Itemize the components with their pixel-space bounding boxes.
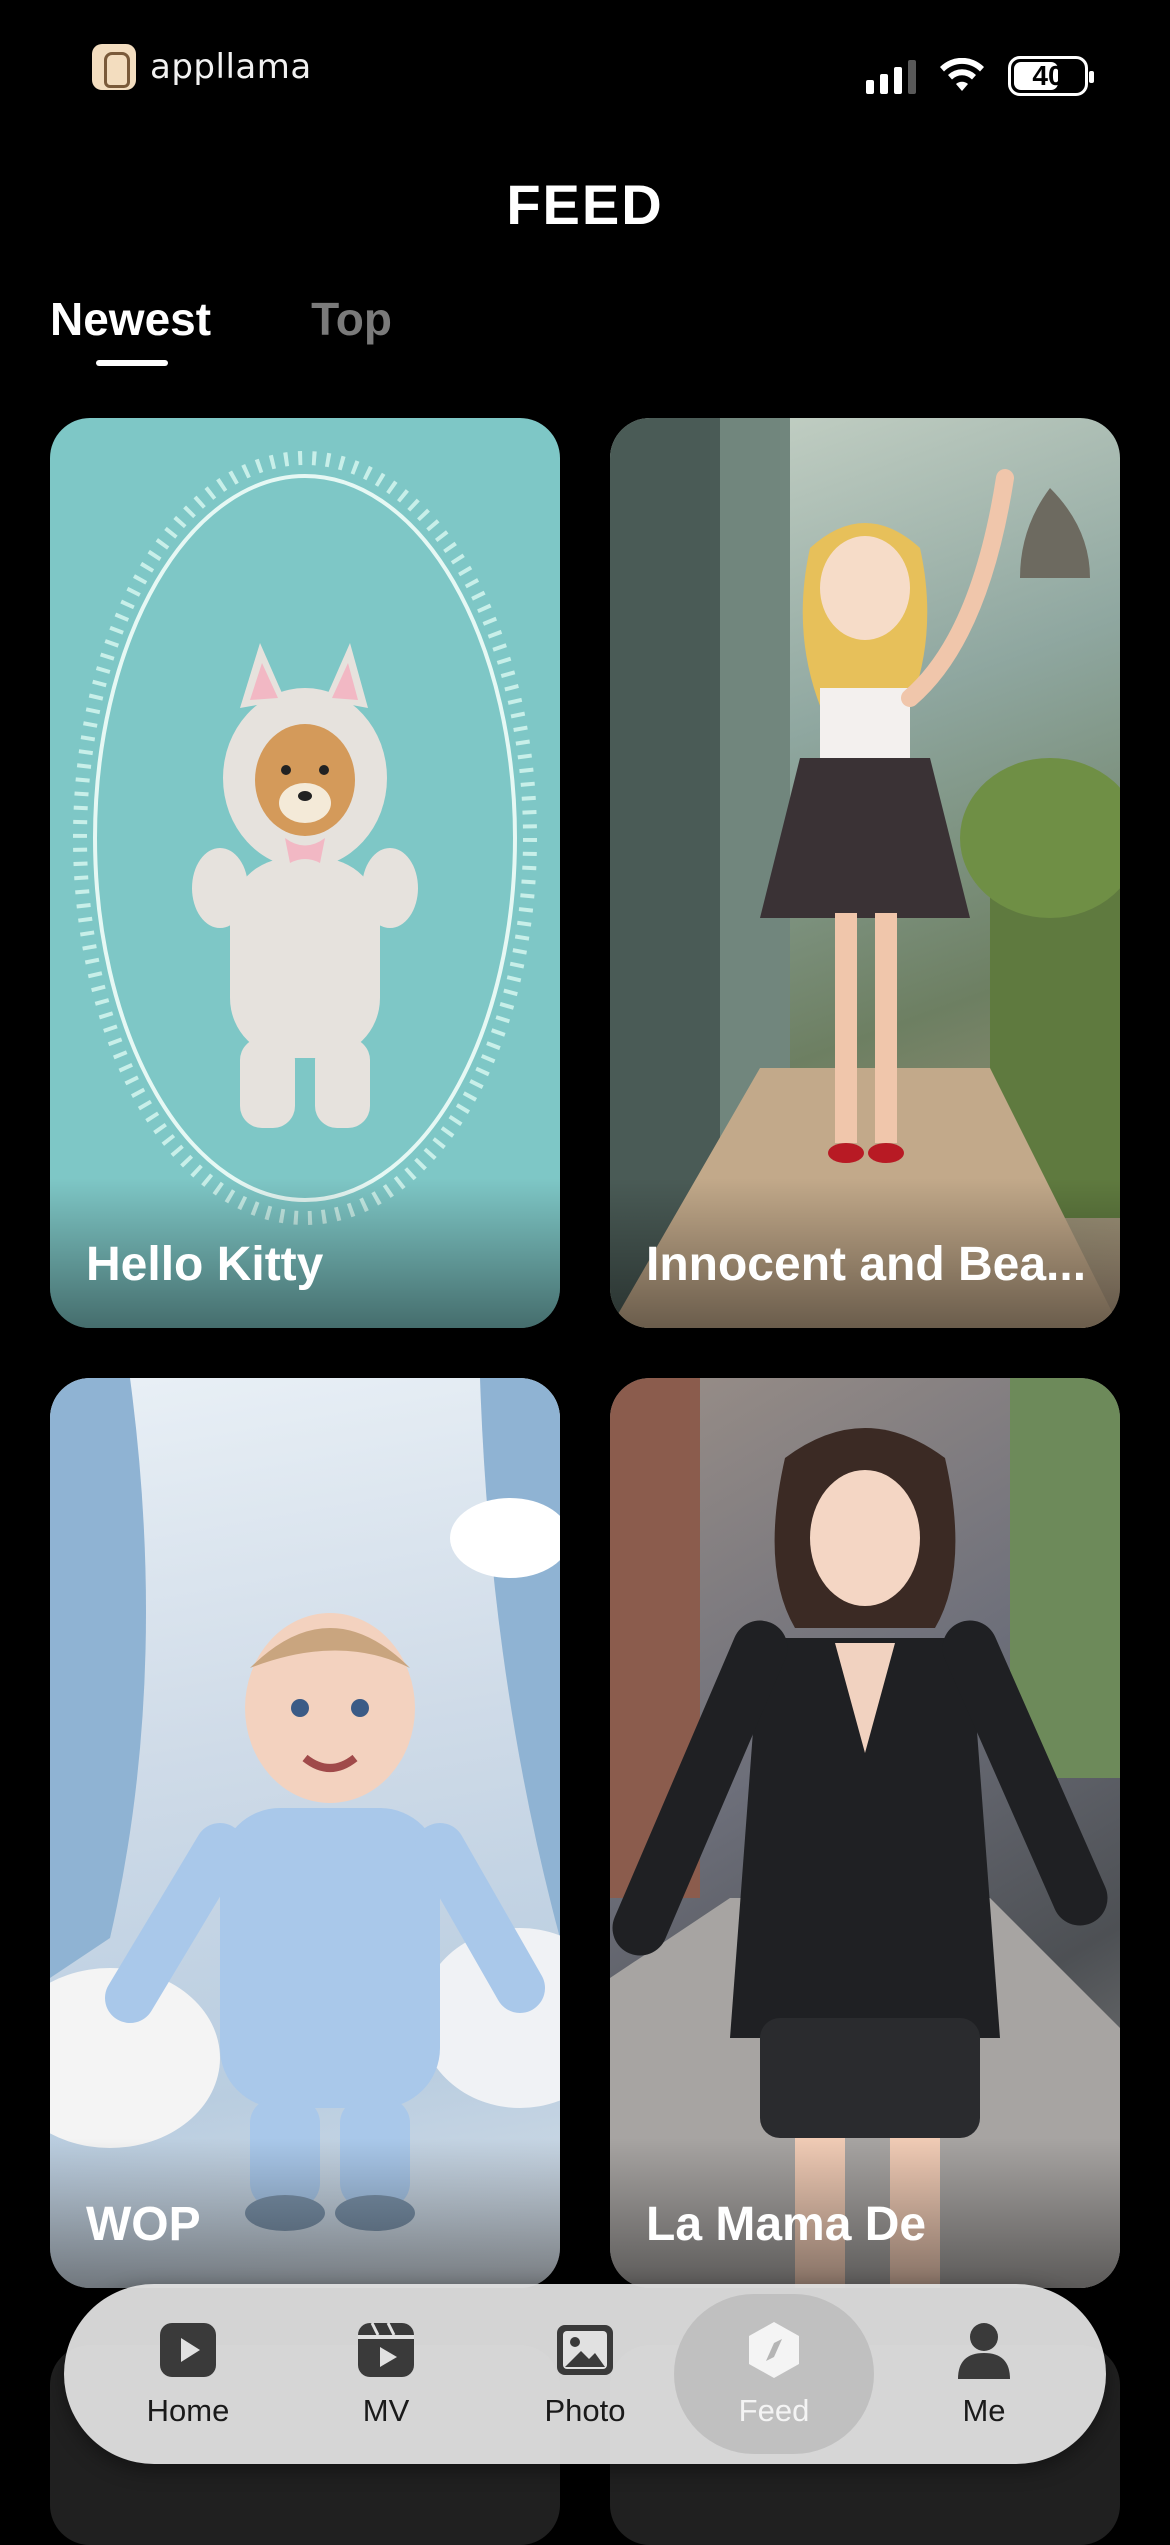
active-tab-indicator: [96, 360, 168, 366]
nav-feed[interactable]: Feed: [674, 2294, 874, 2454]
card-title: WOP: [86, 2198, 201, 2251]
card-title: Hello Kitty: [86, 1238, 324, 1291]
feed-card-hello-kitty[interactable]: Hello Kitty: [50, 418, 560, 1328]
image-icon: [557, 2325, 613, 2375]
system-indicators: 40: [866, 56, 1094, 96]
nav-home[interactable]: Home: [88, 2284, 288, 2464]
battery-level: 40: [1032, 60, 1064, 91]
brand-name: appllama: [150, 47, 312, 87]
nav-mv[interactable]: MV: [286, 2284, 486, 2464]
play-square-icon: [160, 2323, 216, 2377]
bottom-nav: Home MV Photo Feed Me: [64, 2284, 1106, 2464]
nav-label: Photo: [544, 2393, 626, 2428]
tab-label: Newest: [50, 293, 212, 345]
person-icon: [958, 2323, 1010, 2379]
tab-top[interactable]: Top: [311, 292, 392, 346]
nav-photo[interactable]: Photo: [485, 2284, 685, 2464]
nav-label: Home: [146, 2393, 230, 2428]
card-title: La Mama De: [646, 2198, 927, 2251]
tab-newest[interactable]: Newest: [50, 292, 212, 366]
clapper-icon: [358, 2322, 414, 2377]
feed-card-la-mama-de[interactable]: La Mama De: [610, 1378, 1120, 2288]
llama-logo-icon: [92, 44, 136, 90]
status-bar: appllama 40: [0, 0, 1170, 140]
compass-icon: [749, 2322, 799, 2378]
nav-me[interactable]: Me: [884, 2284, 1084, 2464]
wifi-icon: [940, 58, 984, 91]
cellular-signal-icon: [866, 58, 916, 94]
nav-label: MV: [362, 2393, 410, 2428]
nav-label: Me: [962, 2393, 1006, 2428]
battery-icon: 40: [1008, 56, 1094, 96]
card-title: Innocent and Bea...: [646, 1238, 1087, 1291]
tab-label: Top: [311, 293, 392, 345]
nav-label: Feed: [738, 2393, 810, 2428]
feed-card-wop[interactable]: WOP: [50, 1378, 560, 2288]
brand: appllama: [92, 44, 312, 90]
feed-tabs: Newest Top: [50, 292, 392, 366]
page-title: FEED: [506, 173, 664, 236]
feed-card-innocent[interactable]: Innocent and Bea...: [610, 418, 1120, 1328]
